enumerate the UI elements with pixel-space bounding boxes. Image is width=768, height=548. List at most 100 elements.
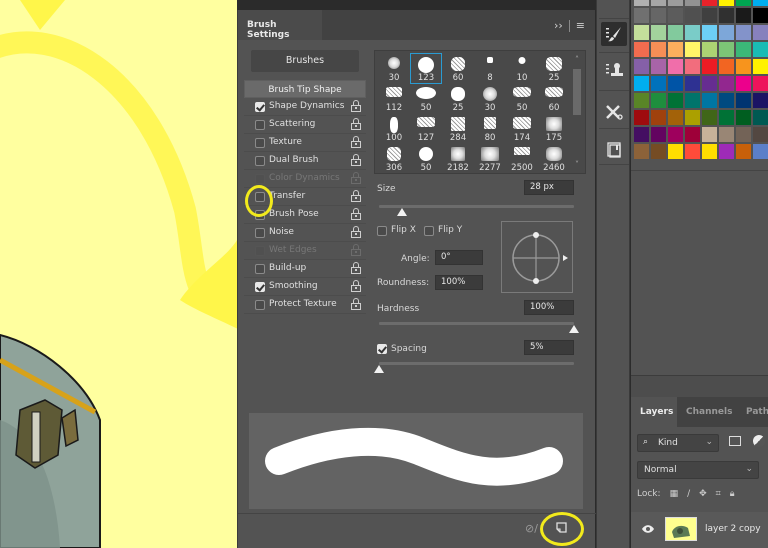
brush-preset[interactable]: 2182 xyxy=(443,144,473,173)
brush-preset[interactable]: 60 xyxy=(443,54,473,83)
flip-y-checkbox[interactable] xyxy=(424,226,434,236)
color-swatch[interactable] xyxy=(719,8,734,23)
color-swatch[interactable] xyxy=(685,110,700,125)
brush-preset[interactable]: 112 xyxy=(379,84,409,113)
brush-preset[interactable]: 30 xyxy=(379,54,409,83)
scroll-thumb[interactable] xyxy=(573,69,581,115)
color-swatch[interactable] xyxy=(651,0,666,6)
color-swatch[interactable] xyxy=(702,8,717,23)
color-swatch[interactable] xyxy=(753,144,768,159)
lock-icon[interactable] xyxy=(351,154,361,166)
color-swatch[interactable] xyxy=(736,76,751,91)
color-swatch[interactable] xyxy=(685,42,700,57)
color-swatch[interactable] xyxy=(753,59,768,74)
double-chevron-right-icon[interactable]: ›› xyxy=(554,19,563,32)
color-swatch[interactable] xyxy=(668,110,683,125)
brush-preset[interactable]: 50 xyxy=(411,84,441,113)
color-swatch[interactable] xyxy=(651,59,666,74)
scroll-down-icon[interactable]: ˅ xyxy=(572,160,582,169)
brush-preset[interactable]: 174 xyxy=(507,114,537,143)
color-swatch[interactable] xyxy=(634,110,649,125)
lock-icon[interactable] xyxy=(351,298,361,310)
color-swatch[interactable] xyxy=(668,59,683,74)
color-swatch[interactable] xyxy=(736,0,751,6)
hardness-slider-track[interactable] xyxy=(379,322,574,325)
hamburger-menu-icon[interactable]: ≡ xyxy=(576,19,585,32)
option-checkbox[interactable] xyxy=(255,264,265,274)
color-swatch[interactable] xyxy=(685,25,700,40)
color-swatch[interactable] xyxy=(753,25,768,40)
lock-icon[interactable] xyxy=(351,190,361,202)
lock-icon[interactable] xyxy=(351,100,361,112)
color-swatch[interactable] xyxy=(702,127,717,142)
tools-icon[interactable] xyxy=(601,100,627,124)
color-swatch[interactable] xyxy=(685,127,700,142)
color-swatch[interactable] xyxy=(685,59,700,74)
color-swatch[interactable] xyxy=(753,127,768,142)
color-swatch[interactable] xyxy=(634,59,649,74)
layer-name[interactable]: layer 2 copy xyxy=(705,524,761,534)
color-swatch[interactable] xyxy=(736,8,751,23)
color-swatch[interactable] xyxy=(719,93,734,108)
artboard-lock-icon[interactable]: ⌗ xyxy=(716,489,721,499)
color-swatch[interactable] xyxy=(651,25,666,40)
document-canvas[interactable] xyxy=(0,0,237,548)
lock-icon[interactable] xyxy=(351,118,361,130)
brush-preset[interactable]: 60 xyxy=(539,84,569,113)
color-swatch[interactable] xyxy=(702,110,717,125)
brush-preset[interactable]: 50 xyxy=(411,144,441,173)
color-swatch[interactable] xyxy=(685,93,700,108)
brush-option-protect-texture[interactable]: Protect Texture xyxy=(244,296,366,314)
color-swatch[interactable] xyxy=(668,0,683,6)
color-swatch[interactable] xyxy=(634,8,649,23)
brush-option-texture[interactable]: Texture xyxy=(244,134,366,152)
color-swatch[interactable] xyxy=(685,8,700,23)
color-swatch[interactable] xyxy=(719,25,734,40)
color-swatch[interactable] xyxy=(719,59,734,74)
brush-settings-icon[interactable] xyxy=(601,22,627,46)
properties-icon[interactable] xyxy=(601,138,627,162)
option-checkbox[interactable] xyxy=(255,102,265,112)
color-swatch[interactable] xyxy=(719,0,734,6)
color-swatch[interactable] xyxy=(651,110,666,125)
color-swatch[interactable] xyxy=(736,25,751,40)
color-swatch[interactable] xyxy=(736,127,751,142)
tab-layers[interactable]: Layers xyxy=(631,397,677,427)
option-checkbox[interactable] xyxy=(255,282,265,292)
color-swatch[interactable] xyxy=(668,76,683,91)
lock-position-icon[interactable]: ✥ xyxy=(699,489,707,499)
brush-preset[interactable]: 30 xyxy=(475,84,505,113)
brush-preset[interactable]: 284 xyxy=(443,114,473,143)
brush-preset[interactable]: 2460 xyxy=(539,144,569,173)
color-swatch[interactable] xyxy=(634,42,649,57)
spacing-field[interactable]: 5% xyxy=(524,340,574,355)
color-swatch[interactable] xyxy=(736,93,751,108)
color-swatch[interactable] xyxy=(634,93,649,108)
color-swatch[interactable] xyxy=(651,42,666,57)
color-swatch[interactable] xyxy=(719,76,734,91)
color-swatch[interactable] xyxy=(753,8,768,23)
color-swatch[interactable] xyxy=(736,110,751,125)
color-swatch[interactable] xyxy=(753,93,768,108)
brush-preset[interactable]: 2277 xyxy=(475,144,505,173)
size-field[interactable]: 28 px xyxy=(524,180,574,195)
option-checkbox[interactable] xyxy=(255,300,265,310)
color-swatch[interactable] xyxy=(702,0,717,6)
color-swatch[interactable] xyxy=(668,93,683,108)
lock-icon[interactable] xyxy=(351,280,361,292)
color-swatch[interactable] xyxy=(668,42,683,57)
color-swatch[interactable] xyxy=(736,59,751,74)
color-swatch[interactable] xyxy=(702,93,717,108)
color-swatch[interactable] xyxy=(702,25,717,40)
color-swatch[interactable] xyxy=(634,127,649,142)
color-swatch[interactable] xyxy=(634,144,649,159)
brush-preset[interactable]: 8 xyxy=(475,54,505,83)
lock-icon[interactable] xyxy=(351,262,361,274)
option-checkbox[interactable] xyxy=(255,192,265,202)
color-swatch[interactable] xyxy=(651,93,666,108)
brush-preset[interactable]: 127 xyxy=(411,114,441,143)
color-swatch[interactable] xyxy=(668,144,683,159)
color-swatch[interactable] xyxy=(634,25,649,40)
color-swatch[interactable] xyxy=(685,0,700,6)
brush-option-smoothing[interactable]: Smoothing xyxy=(244,278,366,296)
